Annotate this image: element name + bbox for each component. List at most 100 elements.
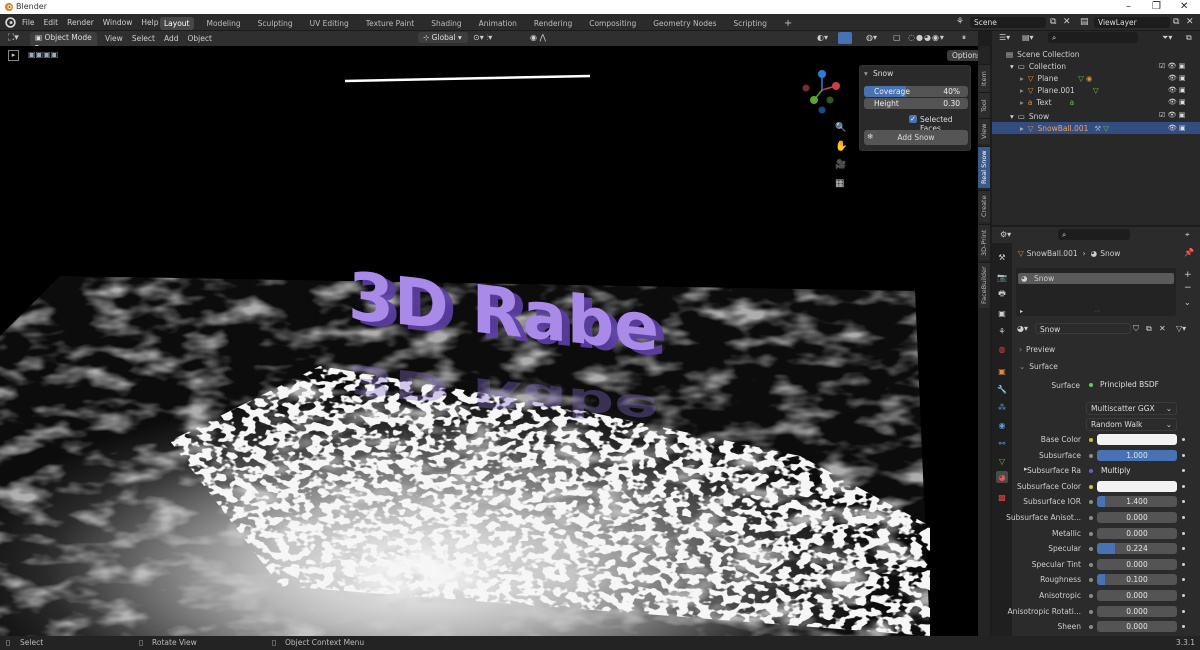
- output-tab-icon[interactable]: 🖶: [996, 289, 1008, 301]
- overlay-icon[interactable]: ◍▾: [866, 33, 877, 42]
- tab-shading[interactable]: Shading: [427, 17, 465, 30]
- tab-rendering[interactable]: Rendering: [530, 17, 576, 30]
- input-socket-icon[interactable]: [1089, 610, 1093, 614]
- distribution-selector[interactable]: Multiscatter GGX ⌄: [1086, 402, 1177, 415]
- texture-tab-icon[interactable]: ▩: [996, 491, 1008, 503]
- list-expand-icon[interactable]: ▸: [1020, 308, 1023, 315]
- keyframe-dot-icon[interactable]: [1182, 563, 1185, 566]
- render-pause-icon[interactable]: ⏸: [962, 33, 966, 43]
- keyframe-dot-icon[interactable]: [1182, 547, 1185, 550]
- tab-uv-editing[interactable]: UV Editing: [306, 17, 353, 30]
- value-slider[interactable]: 0.000: [1097, 590, 1177, 601]
- keyframe-dot-icon[interactable]: [1182, 485, 1185, 488]
- slot-menu-icon[interactable]: ⌄: [1184, 298, 1191, 307]
- input-socket-icon[interactable]: [1089, 516, 1093, 520]
- input-socket-icon[interactable]: [1089, 532, 1093, 536]
- surface-shader-selector[interactable]: Principled BSDF: [1096, 379, 1176, 390]
- zoom-icon[interactable]: 🔍: [835, 123, 846, 133]
- duplicate-material-icon[interactable]: ⧉: [1146, 324, 1152, 334]
- menu-object[interactable]: Object: [187, 34, 211, 43]
- value-slider[interactable]: 0.000: [1097, 528, 1177, 539]
- input-socket-icon[interactable]: [1089, 594, 1093, 598]
- keyframe-dot-icon[interactable]: [1182, 500, 1185, 503]
- link-type-icon[interactable]: ▽▾: [1176, 324, 1186, 333]
- menu-file[interactable]: File: [22, 18, 35, 27]
- tab-layout[interactable]: Layout: [160, 16, 194, 30]
- keyframe-dot-icon[interactable]: [1182, 578, 1185, 581]
- bsdf-row[interactable]: Metallic 0.000: [1013, 527, 1200, 541]
- menu-add[interactable]: Add: [164, 34, 179, 43]
- keyframe-dot-icon[interactable]: [1182, 516, 1185, 519]
- bsdf-row[interactable]: Base Color: [1013, 433, 1200, 447]
- tab-real-snow[interactable]: Real Snow: [978, 146, 990, 188]
- value-slider[interactable]: 0.000: [1097, 621, 1177, 632]
- select-mode-icons[interactable]: ▣▣▣▣: [28, 50, 58, 59]
- delete-view-layer-icon[interactable]: ✕: [1186, 17, 1194, 27]
- minimize-icon[interactable]: –: [1126, 1, 1131, 12]
- keyframe-dot-icon[interactable]: [1182, 610, 1185, 613]
- render-tab-icon[interactable]: 📷: [996, 271, 1008, 283]
- value-slider[interactable]: 0.100: [1097, 574, 1177, 585]
- tab-modeling[interactable]: Modeling: [203, 17, 245, 30]
- height-field[interactable]: Height 0.30: [864, 98, 968, 109]
- tab-geometry-nodes[interactable]: Geometry Nodes: [649, 17, 720, 30]
- keyframe-dot-icon[interactable]: [1182, 594, 1185, 597]
- restore-icon[interactable]: ❐: [1152, 1, 1161, 12]
- keyframe-dot-icon[interactable]: [1182, 532, 1185, 535]
- expand-icon[interactable]: ▸: [1020, 98, 1024, 107]
- input-socket-icon[interactable]: [1089, 563, 1093, 567]
- new-view-layer-icon[interactable]: ⧉: [1173, 17, 1179, 27]
- input-socket-icon[interactable]: [1089, 469, 1093, 473]
- expand-icon[interactable]: ▸: [1020, 74, 1024, 83]
- constraints-tab-icon[interactable]: ⚯: [996, 437, 1008, 449]
- expand-icon[interactable]: ▸: [1020, 124, 1024, 133]
- bsdf-row[interactable]: Specular Tint 0.000: [1013, 558, 1200, 572]
- color-swatch[interactable]: [1097, 434, 1177, 445]
- visibility-toggles[interactable]: ☑ 👁 ▣ 👁 ▣ 👁 ▣ 👁 ▣ ☑ 👁 ▣ 👁 ▣: [1159, 60, 1186, 134]
- tab-facebuilder[interactable]: FaceBuilder: [978, 262, 990, 308]
- keyframe-dot-icon[interactable]: [1182, 438, 1185, 441]
- tab-create[interactable]: Create: [978, 190, 990, 222]
- object-tab-icon[interactable]: ▣: [996, 365, 1008, 377]
- bsdf-row[interactable]: Subsurface Anisot... 0.000: [1006, 511, 1200, 525]
- add-slot-icon[interactable]: +: [1184, 270, 1192, 280]
- tab-texture-paint[interactable]: Texture Paint: [362, 17, 418, 30]
- display-mode-icon[interactable]: ▤▾: [1022, 33, 1034, 42]
- material-slot-row[interactable]: ◕ Snow: [1018, 273, 1174, 284]
- tab-animation[interactable]: Animation: [475, 17, 521, 30]
- delete-scene-icon[interactable]: ✕: [1063, 17, 1071, 27]
- expand-icon[interactable]: ▾: [1010, 112, 1014, 121]
- fake-user-icon[interactable]: ⛉: [1133, 324, 1139, 334]
- add-snow-button[interactable]: ❄ Add Snow: [864, 130, 968, 145]
- view-layer-tab-icon[interactable]: ▣: [996, 307, 1008, 319]
- filter-icon[interactable]: ⏷▾: [1162, 33, 1172, 43]
- bsdf-row[interactable]: Roughness 0.100: [1013, 573, 1200, 587]
- menu-edit[interactable]: Edit: [44, 18, 59, 27]
- bsdf-row[interactable]: Specular 0.224: [1013, 542, 1200, 556]
- orientation-selector[interactable]: ⊹ Global ▾: [418, 32, 468, 43]
- select-tool-icon[interactable]: ▸: [8, 50, 19, 61]
- pin-icon[interactable]: ⌖: [1185, 230, 1190, 240]
- keyframe-dot-icon[interactable]: [1182, 469, 1185, 472]
- scene-selector[interactable]: Scene: [970, 17, 1046, 28]
- pan-hand-icon[interactable]: ✋: [835, 141, 847, 152]
- options-button[interactable]: Options: [947, 50, 978, 61]
- bsdf-row[interactable]: Subsurface 1.000: [1013, 449, 1200, 463]
- bsdf-row[interactable]: Anisotropic 0.000: [1013, 589, 1200, 603]
- input-socket-icon[interactable]: [1089, 438, 1093, 442]
- particles-tab-icon[interactable]: ⁂: [996, 401, 1008, 413]
- tab-view[interactable]: View: [978, 118, 990, 144]
- new-collection-icon[interactable]: ⧉: [1186, 33, 1192, 43]
- tab-compositing[interactable]: Compositing: [585, 17, 640, 30]
- input-socket-icon[interactable]: [1089, 547, 1093, 551]
- xray-icon[interactable]: ▢: [893, 33, 901, 42]
- subsurface-radius-field[interactable]: Multiply: [1097, 465, 1177, 476]
- bsdf-row[interactable]: Subsurface IOR 1.400: [1013, 495, 1200, 509]
- physics-tab-icon[interactable]: ◉: [996, 419, 1008, 431]
- bsdf-row[interactable]: Subsurface Color: [1013, 480, 1200, 494]
- collapse-icon[interactable]: ▾: [864, 69, 868, 78]
- shading-mode-icons[interactable]: ◌●◕◉▾: [908, 33, 945, 42]
- value-slider[interactable]: 0.224: [1097, 543, 1177, 554]
- tab-item[interactable]: Item: [978, 64, 990, 92]
- outliner-search-input[interactable]: ⌕: [1048, 32, 1138, 43]
